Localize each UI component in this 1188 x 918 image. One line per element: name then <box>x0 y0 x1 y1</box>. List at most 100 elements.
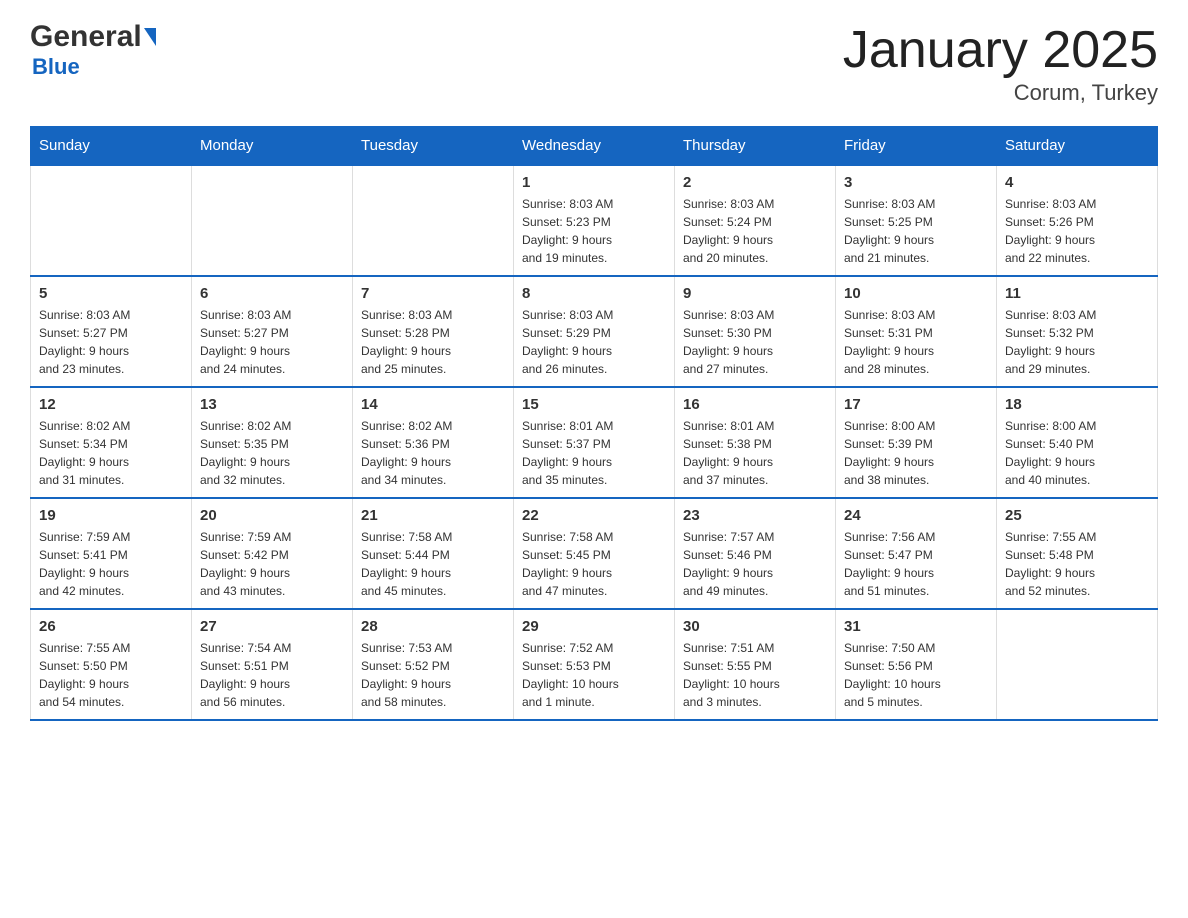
calendar-cell <box>997 609 1158 720</box>
calendar-week-row: 1Sunrise: 8:03 AM Sunset: 5:23 PM Daylig… <box>31 165 1158 276</box>
calendar-cell: 19 Sunrise: 7:59 AM Sunset: 5:41 PM Dayli… <box>31 498 192 609</box>
day-number: 25 <box>1005 507 1149 524</box>
day-info: Sunrise: 7:56 AM Sunset: 5:47 PM Dayligh… <box>844 528 988 600</box>
day-number: 14 <box>361 396 505 413</box>
day-number: 18 <box>1005 396 1149 413</box>
day-number: 12 <box>39 396 183 413</box>
day-number: 21 <box>361 507 505 524</box>
day-number: 19 <box>39 507 183 524</box>
logo-general-text: General <box>30 20 142 54</box>
calendar-cell: 25 Sunrise: 7:55 AM Sunset: 5:48 PM Dayli… <box>997 498 1158 609</box>
day-of-week-header: Saturday <box>997 127 1158 166</box>
calendar-cell: 4Sunrise: 8:03 AM Sunset: 5:26 PM Daylig… <box>997 165 1158 276</box>
day-number: 13 <box>200 396 344 413</box>
calendar-cell: 15Sunrise: 8:01 AM Sunset: 5:37 PM Dayli… <box>514 387 675 498</box>
calendar-cell: 11 Sunrise: 8:03 AM Sunset: 5:32 PM Dayli… <box>997 276 1158 387</box>
day-info: Sunrise: 8:03 AM Sunset: 5:25 PM Dayligh… <box>844 195 988 267</box>
day-info: Sunrise: 7:51 AM Sunset: 5:55 PM Dayligh… <box>683 639 827 711</box>
calendar-subtitle: Corum, Turkey <box>843 80 1158 106</box>
day-number: 31 <box>844 618 988 635</box>
day-number: 29 <box>522 618 666 635</box>
day-info: Sunrise: 7:53 AM Sunset: 5:52 PM Dayligh… <box>361 639 505 711</box>
day-info: Sunrise: 7:55 AM Sunset: 5:48 PM Dayligh… <box>1005 528 1149 600</box>
day-number: 6 <box>200 285 344 302</box>
day-number: 11 <box>1005 285 1149 302</box>
calendar-cell: 1Sunrise: 8:03 AM Sunset: 5:23 PM Daylig… <box>514 165 675 276</box>
page-header: General Blue January 2025 Corum, Turkey <box>30 20 1158 106</box>
day-info: Sunrise: 8:03 AM Sunset: 5:27 PM Dayligh… <box>200 306 344 378</box>
day-number: 7 <box>361 285 505 302</box>
calendar-week-row: 5 Sunrise: 8:03 AM Sunset: 5:27 PM Daylig… <box>31 276 1158 387</box>
day-number: 4 <box>1005 174 1149 191</box>
calendar-cell: 9 Sunrise: 8:03 AM Sunset: 5:30 PM Daylig… <box>675 276 836 387</box>
day-number: 15 <box>522 396 666 413</box>
day-info: Sunrise: 8:03 AM Sunset: 5:32 PM Dayligh… <box>1005 306 1149 378</box>
calendar-cell: 16 Sunrise: 8:01 AM Sunset: 5:38 PM Dayli… <box>675 387 836 498</box>
logo-blue-text: Blue <box>32 54 80 79</box>
day-info: Sunrise: 7:58 AM Sunset: 5:45 PM Dayligh… <box>522 528 666 600</box>
day-number: 5 <box>39 285 183 302</box>
calendar-cell: 21 Sunrise: 7:58 AM Sunset: 5:44 PM Dayli… <box>353 498 514 609</box>
calendar-cell: 22Sunrise: 7:58 AM Sunset: 5:45 PM Dayli… <box>514 498 675 609</box>
day-number: 20 <box>200 507 344 524</box>
day-info: Sunrise: 8:03 AM Sunset: 5:29 PM Dayligh… <box>522 306 666 378</box>
day-number: 16 <box>683 396 827 413</box>
calendar-cell: 26 Sunrise: 7:55 AM Sunset: 5:50 PM Dayli… <box>31 609 192 720</box>
calendar-cell: 5 Sunrise: 8:03 AM Sunset: 5:27 PM Daylig… <box>31 276 192 387</box>
calendar-cell: 18 Sunrise: 8:00 AM Sunset: 5:40 PM Dayli… <box>997 387 1158 498</box>
day-info: Sunrise: 8:03 AM Sunset: 5:27 PM Dayligh… <box>39 306 183 378</box>
day-info: Sunrise: 7:59 AM Sunset: 5:41 PM Dayligh… <box>39 528 183 600</box>
day-info: Sunrise: 8:01 AM Sunset: 5:38 PM Dayligh… <box>683 417 827 489</box>
day-info: Sunrise: 8:00 AM Sunset: 5:39 PM Dayligh… <box>844 417 988 489</box>
calendar-cell: 8 Sunrise: 8:03 AM Sunset: 5:29 PM Daylig… <box>514 276 675 387</box>
title-section: January 2025 Corum, Turkey <box>843 20 1158 106</box>
calendar-cell: 2 Sunrise: 8:03 AM Sunset: 5:24 PM Daylig… <box>675 165 836 276</box>
calendar-week-row: 12 Sunrise: 8:02 AM Sunset: 5:34 PM Dayli… <box>31 387 1158 498</box>
calendar-header-row: SundayMondayTuesdayWednesdayThursdayFrid… <box>31 127 1158 166</box>
day-info: Sunrise: 7:58 AM Sunset: 5:44 PM Dayligh… <box>361 528 505 600</box>
calendar-cell: 29 Sunrise: 7:52 AM Sunset: 5:53 PM Dayli… <box>514 609 675 720</box>
day-number: 27 <box>200 618 344 635</box>
day-of-week-header: Sunday <box>31 127 192 166</box>
calendar-cell: 12 Sunrise: 8:02 AM Sunset: 5:34 PM Dayli… <box>31 387 192 498</box>
day-info: Sunrise: 8:03 AM Sunset: 5:28 PM Dayligh… <box>361 306 505 378</box>
day-number: 1 <box>522 174 666 191</box>
day-number: 10 <box>844 285 988 302</box>
day-info: Sunrise: 8:02 AM Sunset: 5:35 PM Dayligh… <box>200 417 344 489</box>
calendar-cell: 20Sunrise: 7:59 AM Sunset: 5:42 PM Dayli… <box>192 498 353 609</box>
calendar-cell: 27Sunrise: 7:54 AM Sunset: 5:51 PM Dayli… <box>192 609 353 720</box>
day-of-week-header: Friday <box>836 127 997 166</box>
day-number: 2 <box>683 174 827 191</box>
day-of-week-header: Wednesday <box>514 127 675 166</box>
day-number: 9 <box>683 285 827 302</box>
calendar-cell: 6 Sunrise: 8:03 AM Sunset: 5:27 PM Daylig… <box>192 276 353 387</box>
calendar-cell: 13 Sunrise: 8:02 AM Sunset: 5:35 PM Dayli… <box>192 387 353 498</box>
day-number: 8 <box>522 285 666 302</box>
day-info: Sunrise: 8:02 AM Sunset: 5:34 PM Dayligh… <box>39 417 183 489</box>
day-info: Sunrise: 7:55 AM Sunset: 5:50 PM Dayligh… <box>39 639 183 711</box>
calendar-cell: 3 Sunrise: 8:03 AM Sunset: 5:25 PM Daylig… <box>836 165 997 276</box>
day-number: 28 <box>361 618 505 635</box>
day-number: 24 <box>844 507 988 524</box>
day-of-week-header: Tuesday <box>353 127 514 166</box>
logo-triangle-icon <box>144 28 156 46</box>
calendar-cell: 24 Sunrise: 7:56 AM Sunset: 5:47 PM Dayli… <box>836 498 997 609</box>
day-of-week-header: Thursday <box>675 127 836 166</box>
day-info: Sunrise: 7:52 AM Sunset: 5:53 PM Dayligh… <box>522 639 666 711</box>
day-number: 30 <box>683 618 827 635</box>
calendar-title: January 2025 <box>843 20 1158 80</box>
day-info: Sunrise: 7:57 AM Sunset: 5:46 PM Dayligh… <box>683 528 827 600</box>
day-info: Sunrise: 8:03 AM Sunset: 5:30 PM Dayligh… <box>683 306 827 378</box>
day-info: Sunrise: 7:50 AM Sunset: 5:56 PM Dayligh… <box>844 639 988 711</box>
calendar-cell: 23 Sunrise: 7:57 AM Sunset: 5:46 PM Dayli… <box>675 498 836 609</box>
day-info: Sunrise: 8:03 AM Sunset: 5:24 PM Dayligh… <box>683 195 827 267</box>
day-info: Sunrise: 8:03 AM Sunset: 5:31 PM Dayligh… <box>844 306 988 378</box>
calendar-cell: 14Sunrise: 8:02 AM Sunset: 5:36 PM Dayli… <box>353 387 514 498</box>
day-number: 3 <box>844 174 988 191</box>
calendar-table: SundayMondayTuesdayWednesdayThursdayFrid… <box>30 126 1158 721</box>
day-info: Sunrise: 8:00 AM Sunset: 5:40 PM Dayligh… <box>1005 417 1149 489</box>
calendar-week-row: 26 Sunrise: 7:55 AM Sunset: 5:50 PM Dayli… <box>31 609 1158 720</box>
day-number: 23 <box>683 507 827 524</box>
calendar-cell <box>31 165 192 276</box>
day-number: 26 <box>39 618 183 635</box>
